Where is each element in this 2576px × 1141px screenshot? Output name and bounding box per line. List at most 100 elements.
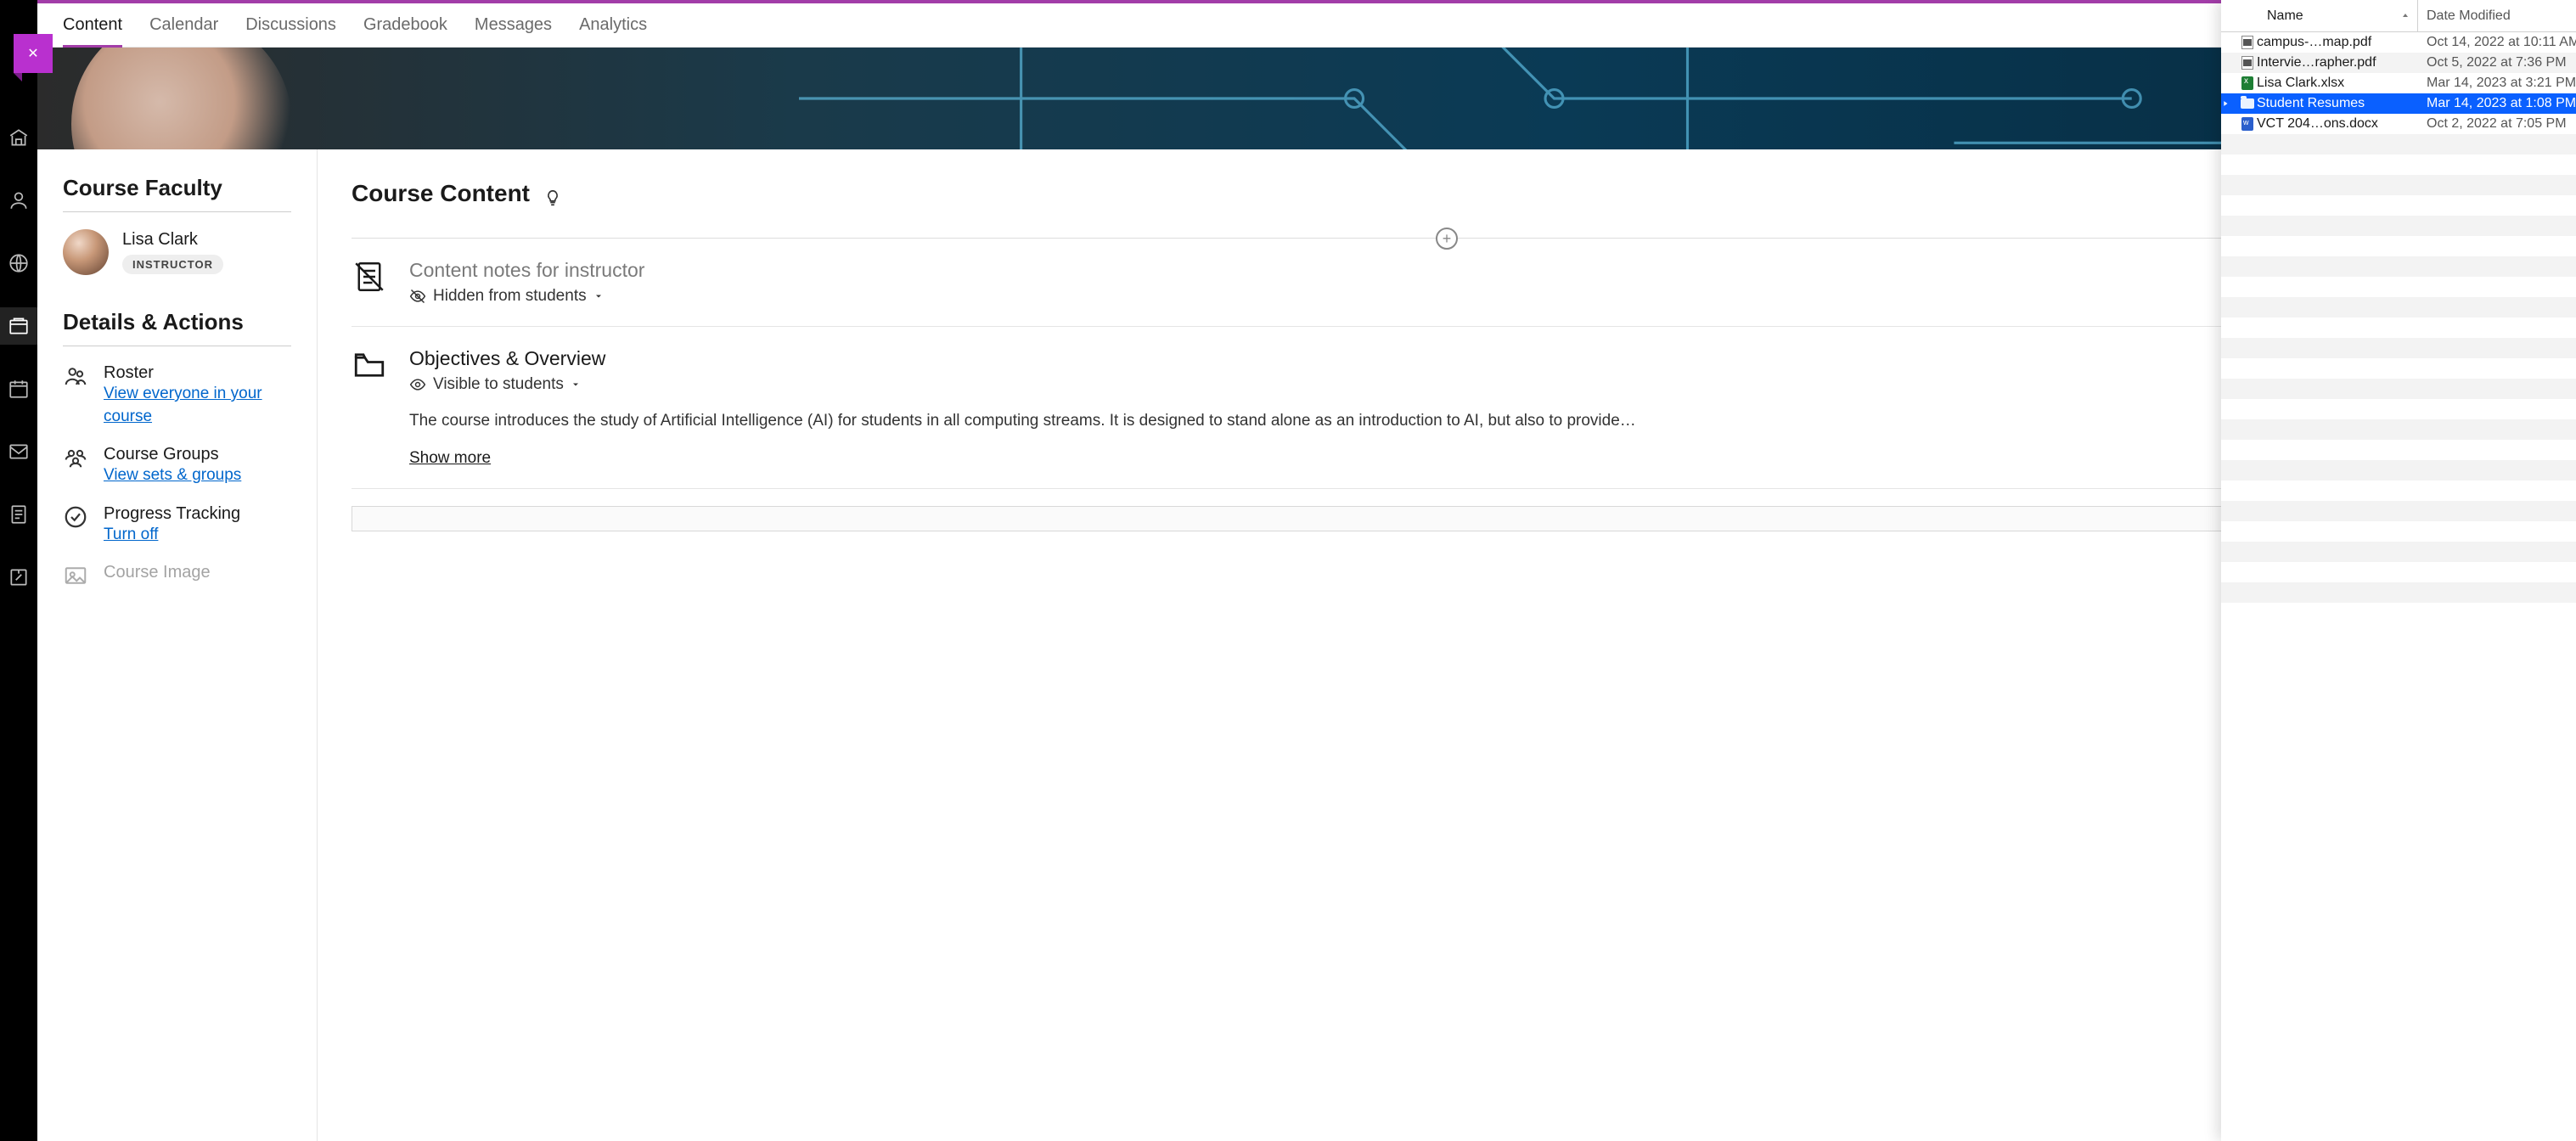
image-icon [63, 563, 92, 588]
main-panel: Content Calendar Discussions Gradebook M… [37, 3, 2576, 1141]
file-name: campus-…map.pdf [2257, 35, 2418, 50]
roster-title: Roster [104, 363, 291, 383]
content-placeholder [352, 506, 2542, 531]
image-title: Course Image [104, 563, 211, 582]
column-header-name[interactable]: Name [2221, 0, 2418, 31]
messages-icon[interactable] [0, 433, 37, 470]
groups-link[interactable]: View sets & groups [104, 464, 241, 487]
close-button[interactable]: ✕ [14, 34, 53, 73]
finder-rows: campus-…map.pdfOct 14, 2022 at 10:11 AMI… [2221, 32, 2576, 1141]
image-item: Course Image [63, 563, 291, 588]
roster-icon [63, 363, 92, 428]
file-date: Oct 14, 2022 at 10:11 AM [2418, 35, 2576, 50]
file-row[interactable]: Intervie…rapher.pdfOct 5, 2022 at 7:36 P… [2221, 53, 2576, 73]
empty-row [2221, 256, 2576, 277]
empty-row [2221, 318, 2576, 338]
document-hidden-icon [352, 259, 389, 306]
avatar [63, 229, 109, 275]
file-row[interactable]: Lisa Clark.xlsxMar 14, 2023 at 3:21 PM [2221, 73, 2576, 93]
empty-row [2221, 399, 2576, 419]
file-row[interactable]: campus-…map.pdfOct 14, 2022 at 10:11 AM [2221, 32, 2576, 53]
chevron-down-icon [593, 291, 604, 301]
empty-row [2221, 460, 2576, 481]
column-header-date[interactable]: Date Modified [2418, 0, 2576, 31]
file-name: VCT 204…ons.docx [2257, 116, 2418, 132]
calendar-icon[interactable] [0, 370, 37, 408]
close-icon: ✕ [27, 45, 38, 62]
globe-icon[interactable] [0, 244, 37, 282]
file-date: Mar 14, 2023 at 1:08 PM [2418, 96, 2576, 111]
institution-icon[interactable] [0, 119, 37, 156]
tab-calendar[interactable]: Calendar [149, 5, 218, 45]
tab-analytics[interactable]: Analytics [579, 5, 647, 45]
file-row[interactable]: Student ResumesMar 14, 2023 at 1:08 PM [2221, 93, 2576, 114]
course-banner [37, 48, 2576, 149]
add-content-button[interactable]: + [1436, 228, 1458, 250]
nav-rail [0, 0, 37, 1141]
groups-title: Course Groups [104, 445, 241, 464]
empty-row [2221, 175, 2576, 195]
course-tabs: Content Calendar Discussions Gradebook M… [37, 3, 2576, 48]
file-name: Student Resumes [2257, 96, 2418, 111]
empty-row [2221, 155, 2576, 175]
column-name-label: Name [2267, 8, 2303, 24]
empty-row [2221, 216, 2576, 236]
role-badge: INSTRUCTOR [122, 255, 223, 274]
lightbulb-icon[interactable] [543, 188, 562, 207]
file-name: Lisa Clark.xlsx [2257, 76, 2418, 91]
empty-row [2221, 338, 2576, 358]
courses-icon[interactable] [0, 307, 37, 345]
profile-icon[interactable] [0, 182, 37, 219]
empty-row [2221, 419, 2576, 440]
tab-content[interactable]: Content [63, 5, 122, 48]
tab-gradebook[interactable]: Gradebook [363, 5, 447, 45]
empty-row [2221, 195, 2576, 216]
empty-row [2221, 277, 2576, 297]
hidden-icon [409, 288, 426, 305]
disclosure-icon [2221, 99, 2238, 108]
content-item-title: Content notes for instructor [409, 259, 644, 282]
progress-link[interactable]: Turn off [104, 524, 240, 547]
file-type-icon [2238, 56, 2257, 70]
empty-row [2221, 236, 2576, 256]
content-item-notes[interactable]: Content notes for instructor Hidden from… [352, 239, 2542, 327]
sort-ascending-icon [2400, 11, 2410, 21]
content-item-objectives[interactable]: Objectives & Overview Visible to student… [352, 327, 2542, 489]
column-date-label: Date Modified [2427, 8, 2511, 24]
progress-icon [63, 504, 92, 547]
show-more-link[interactable]: Show more [409, 449, 491, 468]
empty-row [2221, 297, 2576, 318]
details-heading: Details & Actions [63, 309, 291, 335]
visibility-toggle[interactable]: Hidden from students [409, 287, 644, 306]
progress-item: Progress Tracking Turn off [63, 504, 291, 547]
tab-messages[interactable]: Messages [475, 5, 552, 45]
file-date: Mar 14, 2023 at 3:21 PM [2418, 76, 2576, 91]
file-name: Intervie…rapher.pdf [2257, 55, 2418, 70]
divider [63, 211, 291, 212]
faculty-entry[interactable]: Lisa Clark INSTRUCTOR [63, 229, 291, 275]
roster-item: Roster View everyone in your course [63, 363, 291, 428]
file-row[interactable]: VCT 204…ons.docxOct 2, 2022 at 7:05 PM [2221, 114, 2576, 134]
progress-title: Progress Tracking [104, 504, 240, 524]
file-date: Oct 2, 2022 at 7:05 PM [2418, 116, 2576, 132]
empty-row [2221, 379, 2576, 399]
tools-icon[interactable] [0, 559, 37, 596]
file-type-icon [2238, 76, 2257, 90]
finder-header: Name Date Modified [2221, 0, 2576, 32]
empty-row [2221, 481, 2576, 501]
visible-icon [409, 376, 426, 393]
groups-item: Course Groups View sets & groups [63, 445, 291, 487]
chevron-down-icon [571, 379, 581, 390]
tab-discussions[interactable]: Discussions [245, 5, 336, 45]
content-heading: Course Content [352, 180, 530, 207]
empty-row [2221, 358, 2576, 379]
empty-row [2221, 562, 2576, 582]
faculty-heading: Course Faculty [63, 175, 291, 201]
roster-link[interactable]: View everyone in your course [104, 383, 291, 428]
file-type-icon [2238, 98, 2257, 109]
grades-icon[interactable] [0, 496, 37, 533]
folder-icon [352, 347, 389, 468]
groups-icon [63, 445, 92, 487]
empty-row [2221, 134, 2576, 155]
empty-row [2221, 542, 2576, 562]
